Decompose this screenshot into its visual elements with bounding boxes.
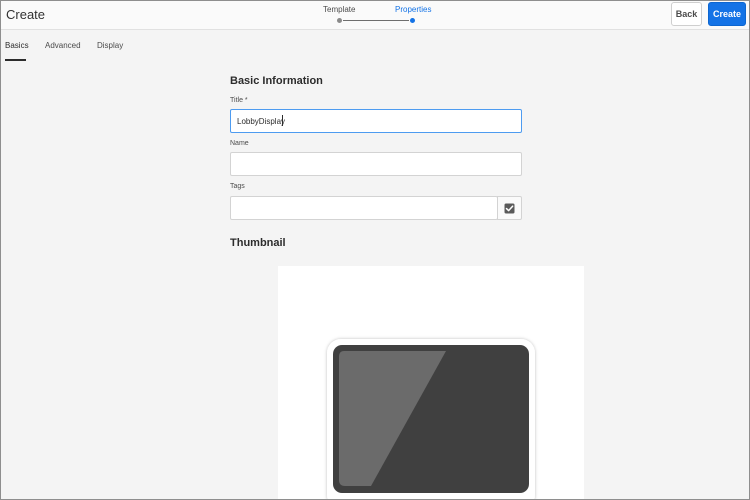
tab-display[interactable]: Display [97, 41, 123, 50]
tags-picker-button[interactable] [497, 196, 522, 220]
text-caret [282, 115, 283, 126]
wizard-step-connector [343, 20, 409, 21]
tags-field-label: Tags [230, 183, 245, 190]
basic-information-heading: Basic Information [230, 75, 323, 87]
top-bar: Create Template Properties Back Create [0, 0, 750, 30]
wizard-step-template-label[interactable]: Template [323, 5, 355, 14]
tab-basics[interactable]: Basics [5, 41, 29, 50]
checkbox-checked-icon [504, 203, 515, 213]
back-button[interactable]: Back [671, 2, 702, 26]
tab-bar: Basics Advanced Display [0, 30, 750, 62]
tags-field[interactable] [230, 196, 498, 220]
page-title: Create [6, 7, 46, 22]
title-field-label: Title * [230, 97, 248, 104]
active-tab-indicator [5, 59, 26, 61]
wizard-progress: Template Properties [318, 4, 438, 26]
title-field[interactable] [230, 109, 522, 133]
thumbnail-heading: Thumbnail [230, 237, 286, 249]
tab-advanced[interactable]: Advanced [45, 41, 81, 50]
wizard-step-properties-dot [410, 18, 415, 23]
create-button[interactable]: Create [708, 2, 746, 26]
wizard-step-properties-label[interactable]: Properties [395, 5, 431, 14]
name-field[interactable] [230, 152, 522, 176]
display-device-icon [327, 339, 535, 500]
name-field-label: Name [230, 140, 249, 147]
wizard-step-template-dot [337, 18, 342, 23]
thumbnail-preview [278, 266, 584, 500]
